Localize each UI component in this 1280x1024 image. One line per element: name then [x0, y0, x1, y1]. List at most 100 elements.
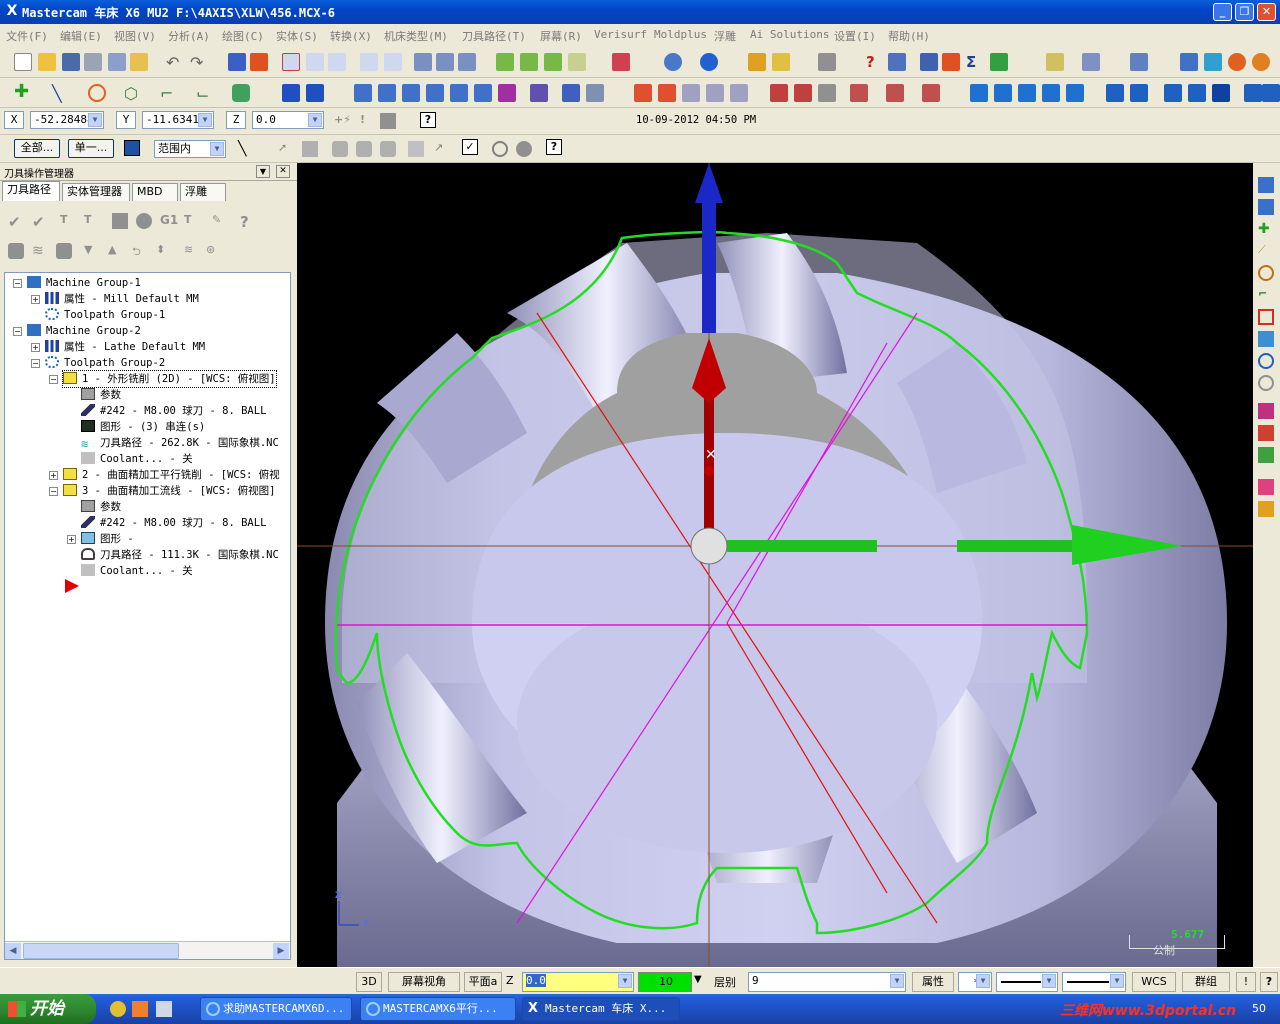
chevron-down-icon[interactable]: ▼ [1110, 974, 1124, 988]
toolbar-states-icon[interactable] [1082, 53, 1100, 71]
no-entry-icon[interactable] [1258, 375, 1274, 391]
line-style-select[interactable]: ▼ [996, 972, 1058, 992]
menu-xform[interactable]: 转换(X) [330, 28, 372, 44]
pencil-icon[interactable] [748, 53, 766, 71]
tree-node[interactable]: Toolpath Group-1 [45, 307, 165, 323]
redo-icon[interactable]: ↷ [190, 53, 208, 72]
line-icon[interactable]: ╲ [52, 84, 70, 103]
tab-toolpaths[interactable]: 刀具路径 [2, 181, 60, 201]
attributes-button[interactable]: 属性 [912, 972, 954, 992]
tree-node[interactable]: #242 - M8.00 球刀 - 8. BALL [81, 403, 266, 419]
clear-selection-icon[interactable] [492, 141, 508, 157]
x-coordinate-field[interactable]: -52.28488 ▼ [30, 111, 104, 129]
close-button[interactable]: ✕ [1257, 3, 1276, 21]
menu-view[interactable]: 视图(V) [114, 28, 156, 44]
insert-arrow-icon[interactable]: ⮌ [132, 243, 148, 259]
solid-boolean-icon[interactable] [1130, 84, 1148, 102]
select-solids-icon[interactable] [302, 141, 318, 157]
gview-top-icon[interactable] [414, 53, 432, 71]
list-icon[interactable] [888, 53, 906, 71]
tree-node[interactable]: 图形 - (3) 串连(s) [81, 419, 205, 435]
tree-node[interactable]: Machine Group-2 [27, 323, 141, 339]
circle-center-icon[interactable] [1258, 265, 1274, 281]
lathe-rough-icon[interactable] [850, 84, 868, 102]
parallel-icon[interactable] [794, 84, 812, 102]
solid-manager-icon[interactable] [1244, 84, 1262, 102]
highlighter-icon[interactable] [772, 53, 790, 71]
toggle-posting-icon[interactable] [56, 243, 72, 259]
mastercam-app-icon[interactable]: X [4, 3, 20, 19]
revolve-icon[interactable] [706, 84, 724, 102]
collapse-toggle[interactable]: − [13, 327, 22, 336]
ruled-icon[interactable] [682, 84, 700, 102]
zoom-window-icon[interactable] [306, 53, 324, 71]
chevron-down-icon[interactable]: ▼ [890, 974, 904, 988]
menu-verisurf[interactable]: Verisurf [594, 28, 647, 41]
expand-toggle[interactable]: + [31, 295, 40, 304]
lathe-finish-icon[interactable] [886, 84, 904, 102]
chevron-down-icon[interactable]: ▼ [198, 113, 212, 127]
sigma-icon[interactable]: Σ [966, 53, 984, 71]
xform-c-icon[interactable] [1258, 447, 1274, 463]
help-icon[interactable]: ? [240, 213, 256, 231]
select-faces-icon[interactable] [332, 141, 348, 157]
exclaim-icon[interactable]: ! [360, 113, 376, 129]
xform-scale-icon[interactable] [402, 84, 420, 102]
fillet-entities-icon[interactable]: ⌐ [1258, 287, 1274, 303]
xform-rotate-icon[interactable] [378, 84, 396, 102]
xform-translate-icon[interactable] [450, 84, 468, 102]
help-icon[interactable]: ? [420, 112, 436, 128]
post-icon[interactable] [1228, 53, 1246, 71]
add-point-icon[interactable]: ✚ [1258, 221, 1274, 237]
wcs-button[interactable]: WCS [1132, 972, 1176, 992]
menu-help[interactable]: 帮助(H) [888, 28, 930, 44]
chevron-down-icon[interactable]: ▼ [210, 142, 224, 156]
drill-icon[interactable] [586, 84, 604, 102]
help-query-icon[interactable]: ? [866, 53, 884, 71]
select-all-ops-icon[interactable]: ✔ [8, 213, 24, 231]
quicklaunch-ie-icon[interactable] [110, 1001, 126, 1017]
chevron-down-icon[interactable]: ▼ [976, 974, 990, 988]
menu-machine-type[interactable]: 机床类型(M) [384, 28, 448, 44]
scroll-left-icon[interactable]: ◀ [5, 943, 21, 959]
select-dirty-ops-icon[interactable]: ✔ [32, 213, 48, 231]
tree-node[interactable]: ≋ 刀具路径 - 262.8K - 国际象棋.NC [81, 435, 279, 451]
solid-loft-icon[interactable] [1042, 84, 1060, 102]
tab-solids-manager[interactable]: 实体管理器 [62, 183, 130, 201]
help-query-icon[interactable]: ? [1260, 972, 1278, 992]
zoom-target-icon[interactable] [328, 53, 346, 71]
horizontal-scrollbar[interactable]: ◀ ▶ [5, 941, 290, 959]
solid-check-icon[interactable] [1262, 84, 1280, 102]
cursor-select-icon[interactable]: ➚ [278, 141, 294, 157]
line-width-select[interactable]: ▼ [1062, 972, 1126, 992]
autocursor-config-icon[interactable] [380, 113, 396, 129]
new-file-icon[interactable] [14, 53, 32, 71]
end-selection-icon[interactable] [516, 141, 532, 157]
tree-operation-2[interactable]: 2 - 曲面精加工平行铣削 - [WCS: 俯视 [63, 467, 280, 483]
collapse-toggle[interactable]: − [13, 279, 22, 288]
taskbar-item-2[interactable]: MASTERCAMX6平行... [360, 997, 516, 1021]
wand-icon[interactable] [818, 53, 836, 71]
taskbar-item-1[interactable]: 求助MASTERCAMX6D... [200, 997, 352, 1021]
quicklaunch-desktop-icon[interactable] [156, 1001, 172, 1017]
chain-icon[interactable] [942, 53, 960, 71]
tab-mbd[interactable]: MBD [132, 183, 178, 201]
solid-icon[interactable] [1258, 331, 1274, 347]
gview-side-icon[interactable] [458, 53, 476, 71]
z-label[interactable]: Z [226, 111, 246, 129]
tree-node[interactable]: 属性 - Mill Default MM [45, 291, 199, 307]
groups-button[interactable]: 群组 [1182, 972, 1230, 992]
solid-trim-icon[interactable] [1164, 84, 1182, 102]
selection-mode-select[interactable]: 范围内 ▼ [154, 140, 226, 158]
unzoom-icon[interactable] [360, 53, 378, 71]
tree-node[interactable]: Machine Group-1 [27, 275, 141, 291]
tree-node[interactable]: 图形 - [81, 531, 134, 547]
arc-icon[interactable] [88, 84, 106, 102]
lock-icon[interactable] [8, 243, 24, 259]
cube-small-icon[interactable] [1130, 53, 1148, 71]
line-endpoints-icon[interactable]: ⟋ [1258, 243, 1274, 259]
menu-edit[interactable]: 编辑(E) [60, 28, 102, 44]
delete-ops-icon[interactable]: ✎ [212, 213, 228, 229]
sweep-icon[interactable] [730, 84, 748, 102]
regenerate-ops-icon[interactable]: T [60, 213, 76, 229]
